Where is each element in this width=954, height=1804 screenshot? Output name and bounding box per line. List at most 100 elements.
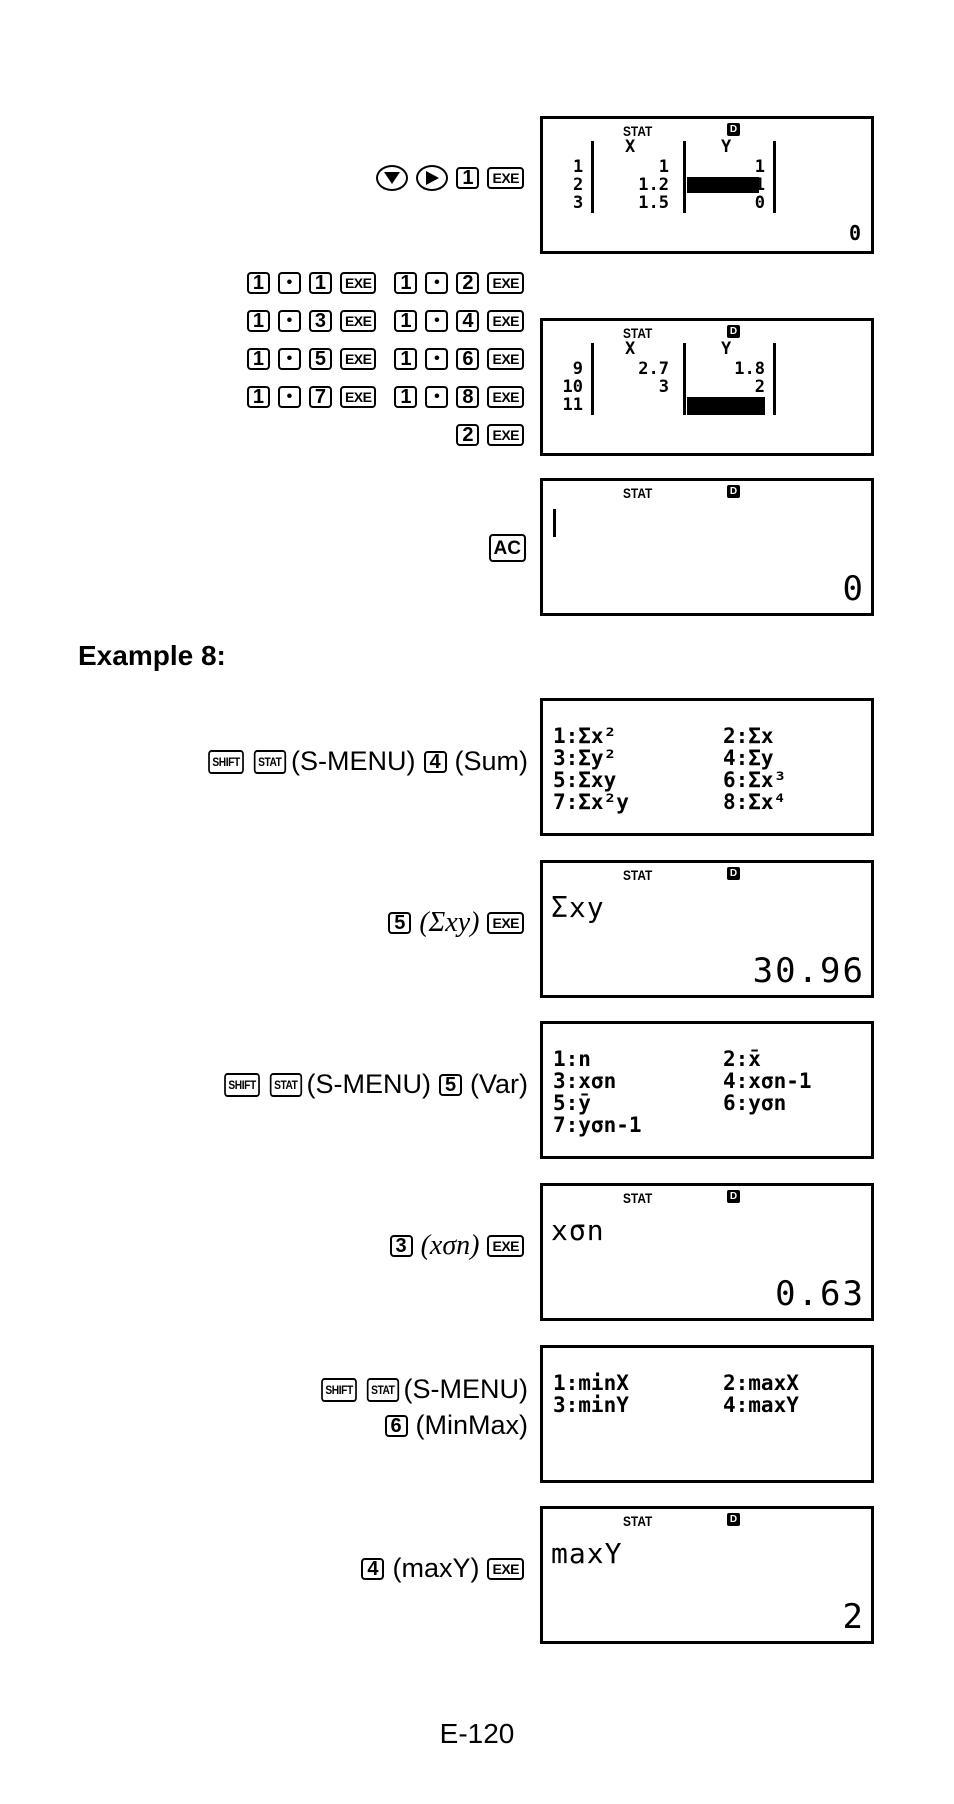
result-value: 0.63 [775, 1274, 865, 1314]
calculator-screen-x-sigma-n: STAT D xσn 0.63 [540, 1183, 874, 1321]
menu-item: 1:minX [553, 1371, 629, 1395]
right-arrow-icon [426, 171, 440, 185]
cell-y: 2 [754, 377, 765, 397]
column-divider [683, 343, 686, 415]
row-index: 2 [573, 175, 584, 195]
key: 1 [394, 386, 418, 408]
menu-item: 4:xσn-1 [723, 1069, 812, 1093]
key-exe: EXE [487, 348, 524, 370]
row-index: 10 [562, 377, 583, 397]
key: 1 [246, 386, 270, 408]
input-expression: xσn [551, 1214, 605, 1247]
key-exe: EXE [487, 310, 524, 332]
key-decimal: • [277, 310, 301, 332]
key-exe: EXE [487, 272, 524, 294]
calculator-screen-minmax-menu: 1:minX 2:maxX 3:minY 4:maxY [540, 1345, 874, 1483]
input-expression: maxY [551, 1537, 623, 1570]
key-exe: EXE [487, 424, 524, 446]
key-3: 3 [389, 1235, 413, 1257]
key: 8 [456, 386, 480, 408]
calculator-screen-max-y: STAT D maxY 2 [540, 1506, 874, 1644]
key-decimal: • [277, 348, 301, 370]
degree-indicator: D [727, 1190, 740, 1203]
menu-item: 4:maxY [723, 1393, 799, 1417]
column-divider [591, 141, 594, 213]
degree-indicator: D [727, 485, 740, 498]
key-sequence-step1: 1 EXE [376, 165, 524, 191]
key-sequence-max-y: 4 (maxY) EXE [361, 1553, 524, 1584]
key-5: 5 [388, 912, 412, 934]
input-cursor [553, 509, 556, 537]
key-exe: EXE [487, 1235, 524, 1257]
key-exe: EXE [339, 310, 377, 332]
column-divider [683, 141, 686, 213]
result-value: 2 [842, 1597, 865, 1637]
cell-y: 1 [754, 175, 765, 195]
annotation: (S-MENU) [403, 1374, 528, 1404]
key-stat: STAT [366, 1377, 399, 1402]
header-x: X [625, 137, 636, 157]
calculator-screen-sum-menu: 1:Σx² 2:Σx 3:Σy² 4:Σy 5:Σxy 6:Σx³ 7:Σx²y… [540, 698, 874, 836]
key-exe: EXE [487, 912, 524, 934]
menu-item: 2:Σx [723, 724, 774, 748]
key-decimal: • [277, 386, 301, 408]
key-sequence-row: 1 • 5 EXE 1 • 6 EXE [246, 348, 524, 370]
annotation: (maxY) [392, 1553, 480, 1583]
key-exe: EXE [339, 386, 377, 408]
annotation: (MinMax) [415, 1410, 529, 1440]
degree-indicator: D [727, 1513, 740, 1526]
column-divider [773, 141, 776, 213]
key-stat: STAT [269, 1072, 302, 1097]
cell-y: 1.8 [734, 359, 765, 379]
input-expression: Σxy [551, 891, 605, 924]
key-1: 1 [456, 167, 480, 189]
column-divider [591, 343, 594, 415]
menu-item: 2:x̄ [723, 1047, 761, 1071]
key: 1 [394, 348, 418, 370]
key-decimal: • [425, 310, 449, 332]
degree-indicator: D [727, 325, 740, 338]
key: 4 [456, 310, 480, 332]
menu-item: 1:Σx² [553, 724, 617, 748]
calculator-screen-step2: STAT D X Y 9 10 11 2.7 3 1.8 2 [540, 318, 874, 456]
row-index: 1 [573, 157, 584, 177]
key: 6 [456, 348, 480, 370]
key: 1 [394, 310, 418, 332]
menu-item: 5:Σxy [553, 768, 617, 792]
key-exe: EXE [487, 1557, 524, 1580]
menu-item: 3:xσn [553, 1069, 617, 1093]
key-exe: EXE [487, 386, 524, 408]
key-sequence-step3: AC [488, 534, 526, 562]
key: 1 [246, 310, 270, 332]
annotation: (S-MENU) [306, 1069, 431, 1099]
key-sequence-minmax-menu-line2: 6 (MinMax) [384, 1410, 529, 1441]
key-shift: SHIFT [208, 749, 245, 774]
cell-x: 1 [658, 157, 669, 177]
menu-item: 2:maxX [723, 1371, 799, 1395]
result-value: 0 [842, 569, 865, 609]
key: 1 [394, 272, 418, 294]
cell-y: 1 [754, 157, 765, 177]
result-value: 0 [848, 221, 863, 245]
calculator-screen-step3: STAT D 0 [540, 478, 874, 616]
right-arrow-key [416, 165, 449, 191]
selected-cell-highlight [687, 397, 765, 415]
stat-indicator: STAT [623, 1190, 653, 1206]
down-arrow-key [376, 165, 409, 191]
key: 1 [246, 272, 270, 294]
page-number: E-120 [439, 1718, 515, 1749]
key: 2 [456, 272, 480, 294]
cell-x: 3 [658, 377, 669, 397]
key-sequence-row: 1 • 1 EXE 1 • 2 EXE [246, 272, 524, 294]
result-value: 30.96 [752, 951, 865, 991]
calculator-screen-sigma-xy: STAT D Σxy 30.96 [540, 860, 874, 998]
key-sequence-row: 1 • 7 EXE 1 • 8 EXE [246, 386, 524, 408]
degree-indicator: D [727, 867, 740, 880]
menu-list: 1:n 2:x̄ 3:xσn 4:xσn-1 5:ȳ 6:yσn 7:yσn-1 [553, 1048, 863, 1136]
key-sequence-sum-menu: SHIFT STAT (S-MENU) 4 (Sum) [205, 746, 528, 777]
menu-item: 7:Σx²y [553, 790, 629, 814]
key-exe: EXE [339, 348, 377, 370]
stat-indicator: STAT [623, 867, 653, 883]
key-shift: SHIFT [320, 1377, 357, 1402]
calculator-screen-var-menu: 1:n 2:x̄ 3:xσn 4:xσn-1 5:ȳ 6:yσn 7:yσn-1 [540, 1021, 874, 1159]
